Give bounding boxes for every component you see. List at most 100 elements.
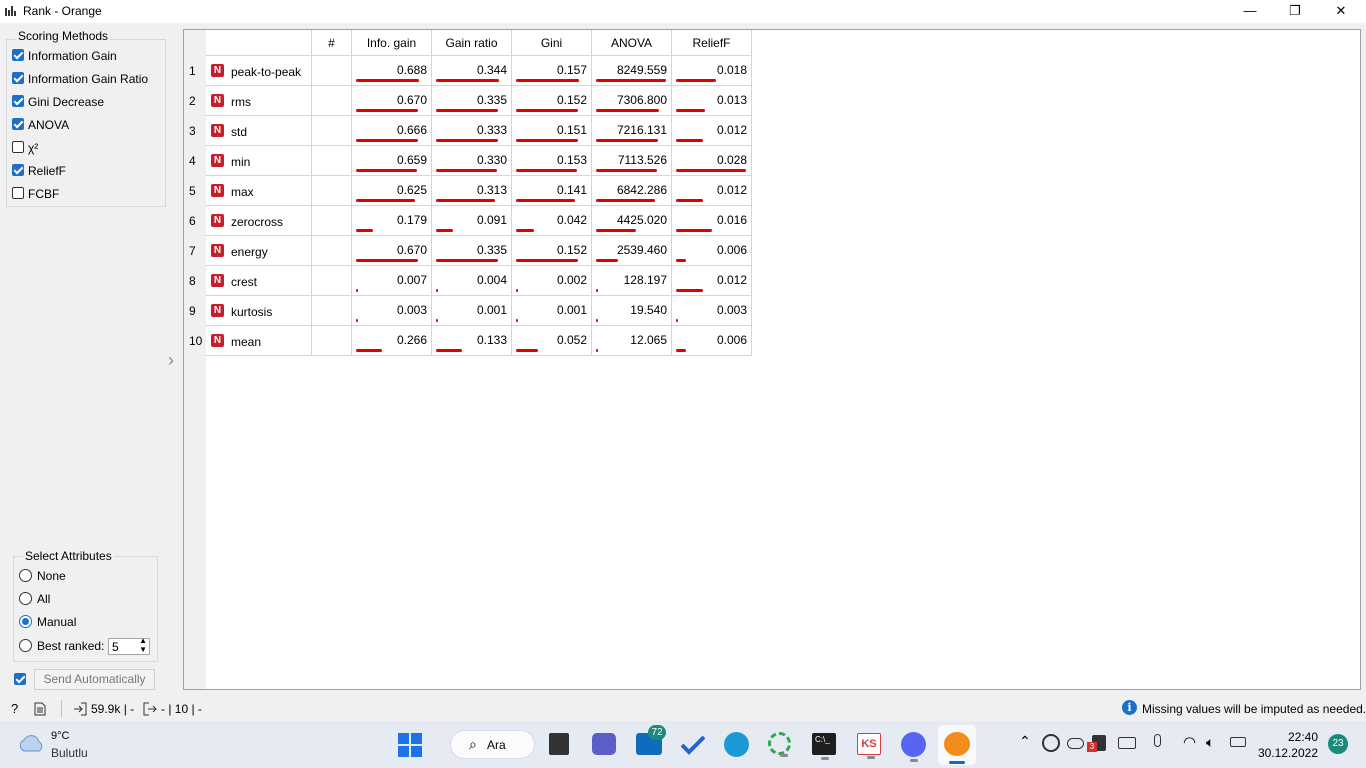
score-cell[interactable]: 0.028 — [672, 146, 752, 176]
rank-cell[interactable] — [312, 266, 352, 296]
score-cell[interactable]: 0.006 — [672, 326, 752, 356]
header-attribute[interactable] — [206, 30, 312, 56]
score-cell[interactable]: 0.313 — [432, 176, 512, 206]
teams-chat-icon[interactable] — [592, 733, 616, 755]
score-cell[interactable]: 0.001 — [512, 296, 592, 326]
score-cell[interactable]: 7113.526 — [592, 146, 672, 176]
rank-cell[interactable] — [312, 56, 352, 86]
table-row[interactable]: Nenergy — [206, 236, 312, 266]
table-row[interactable]: Nstd — [206, 116, 312, 146]
microphone-icon[interactable] — [1154, 734, 1161, 747]
clock-time[interactable]: 22:40 — [1262, 730, 1318, 744]
score-cell[interactable]: 6842.286 — [592, 176, 672, 206]
score-cell[interactable]: 0.153 — [512, 146, 592, 176]
restore-button[interactable]: ❐ — [1272, 0, 1318, 23]
spin-down-icon[interactable]: ▼ — [139, 646, 147, 654]
table-row[interactable]: Nrms — [206, 86, 312, 116]
rank-cell[interactable] — [312, 296, 352, 326]
help-icon[interactable]: ? — [11, 701, 18, 716]
rank-cell[interactable] — [312, 116, 352, 146]
loading-app-icon[interactable] — [768, 732, 791, 757]
score-cell[interactable]: 7306.800 — [592, 86, 672, 116]
score-cell[interactable]: 0.151 — [512, 116, 592, 146]
send-automatically-checkbox[interactable] — [14, 673, 26, 685]
row-number[interactable]: 3 — [185, 116, 205, 146]
score-cell[interactable]: 0.042 — [512, 206, 592, 236]
score-cell[interactable]: 0.012 — [672, 266, 752, 296]
score-cell[interactable]: 0.666 — [352, 116, 432, 146]
task-view-icon[interactable] — [549, 733, 569, 755]
minimize-button[interactable]: — — [1227, 0, 1273, 23]
column-header[interactable]: ANOVA — [592, 30, 672, 56]
score-cell[interactable]: 0.003 — [672, 296, 752, 326]
score-cell[interactable]: 0.018 — [672, 56, 752, 86]
ks-app-icon[interactable]: KS — [857, 733, 881, 759]
score-cell[interactable]: 0.344 — [432, 56, 512, 86]
report-icon[interactable] — [34, 702, 46, 716]
select-option-radio[interactable] — [19, 639, 32, 652]
select-option-radio[interactable] — [19, 569, 32, 582]
rank-cell[interactable] — [312, 146, 352, 176]
edge-browser-icon[interactable] — [724, 732, 749, 757]
scoring-method-checkbox[interactable] — [12, 164, 24, 176]
onedrive-icon[interactable] — [1067, 738, 1084, 749]
cloud-icon[interactable] — [16, 732, 46, 754]
row-number[interactable]: 2 — [185, 86, 205, 116]
score-cell[interactable]: 0.013 — [672, 86, 752, 116]
score-cell[interactable]: 0.052 — [512, 326, 592, 356]
score-cell[interactable]: 4425.020 — [592, 206, 672, 236]
rank-cell[interactable] — [312, 176, 352, 206]
send-automatically-button[interactable]: Send Automatically — [34, 669, 155, 690]
rank-cell[interactable] — [312, 86, 352, 116]
score-cell[interactable]: 7216.131 — [592, 116, 672, 146]
score-cell[interactable]: 0.012 — [672, 176, 752, 206]
column-header[interactable]: ReliefF — [672, 30, 752, 56]
column-header[interactable]: Gain ratio — [432, 30, 512, 56]
chevron-right-icon[interactable]: › — [168, 350, 174, 371]
scoring-method-checkbox[interactable] — [12, 95, 24, 107]
clock-date[interactable]: 30.12.2022 — [1250, 746, 1318, 760]
table-row[interactable]: Nmin — [206, 146, 312, 176]
score-cell[interactable]: 0.659 — [352, 146, 432, 176]
score-cell[interactable]: 0.335 — [432, 236, 512, 266]
row-number[interactable]: 5 — [185, 176, 205, 206]
row-number[interactable]: 1 — [185, 56, 205, 86]
score-cell[interactable]: 0.670 — [352, 86, 432, 116]
score-cell[interactable]: 128.197 — [592, 266, 672, 296]
volume-icon[interactable]: 🔈︎ — [1206, 734, 1214, 751]
scoring-method-checkbox[interactable] — [12, 187, 24, 199]
mail-icon[interactable]: 72 — [636, 725, 666, 755]
score-cell[interactable]: 0.335 — [432, 86, 512, 116]
score-cell[interactable]: 2539.460 — [592, 236, 672, 266]
column-header[interactable]: Info. gain — [352, 30, 432, 56]
score-cell[interactable]: 0.625 — [352, 176, 432, 206]
table-row[interactable]: Nkurtosis — [206, 296, 312, 326]
score-cell[interactable]: 0.001 — [432, 296, 512, 326]
score-cell[interactable]: 0.006 — [672, 236, 752, 266]
todo-icon[interactable] — [680, 733, 706, 757]
select-option-radio[interactable] — [19, 592, 32, 605]
column-header[interactable]: Gini — [512, 30, 592, 56]
score-cell[interactable]: 0.012 — [672, 116, 752, 146]
select-option-radio[interactable] — [19, 615, 32, 628]
spin-up-icon[interactable]: ▲ — [139, 637, 147, 645]
score-cell[interactable]: 0.152 — [512, 236, 592, 266]
notification-badge[interactable]: 23 — [1328, 734, 1348, 754]
score-cell[interactable]: 0.333 — [432, 116, 512, 146]
keyboard-icon[interactable] — [1118, 737, 1136, 749]
score-cell[interactable]: 0.003 — [352, 296, 432, 326]
orange-app-taskbar-button[interactable] — [938, 725, 976, 765]
row-number[interactable]: 9 — [185, 296, 205, 326]
score-cell[interactable]: 0.266 — [352, 326, 432, 356]
scoring-method-checkbox[interactable] — [12, 72, 24, 84]
score-cell[interactable]: 0.670 — [352, 236, 432, 266]
table-row[interactable]: Ncrest — [206, 266, 312, 296]
scoring-method-checkbox[interactable] — [12, 141, 24, 153]
row-number[interactable]: 6 — [185, 206, 205, 236]
scoring-method-checkbox[interactable] — [12, 118, 24, 130]
taskbar-search[interactable]: ⌕ Ara — [450, 730, 535, 759]
column-header[interactable]: # — [312, 30, 352, 56]
table-row[interactable]: Nzerocross — [206, 206, 312, 236]
score-cell[interactable]: 0.179 — [352, 206, 432, 236]
terminal-icon[interactable]: C:\_ — [812, 733, 836, 760]
